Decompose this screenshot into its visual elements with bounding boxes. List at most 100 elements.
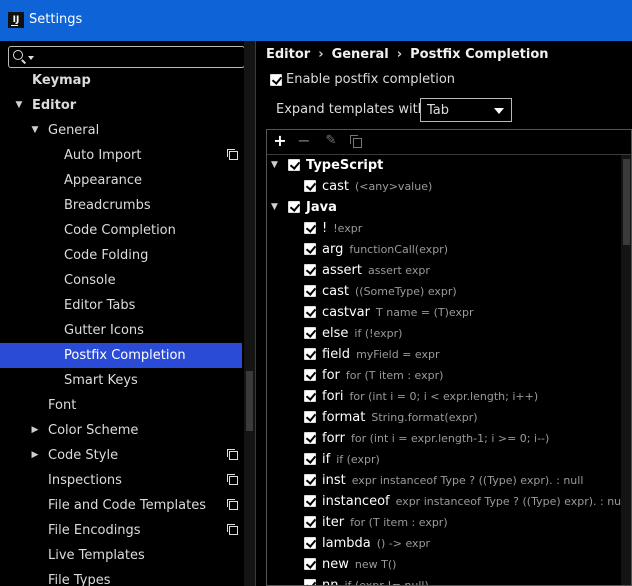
template-checkbox[interactable] (304, 495, 316, 507)
template-description: for (int i = expr.length-1; i >= 0; i--) (351, 432, 550, 445)
sidebar-item-general[interactable]: ▼ General (0, 118, 242, 143)
copy-template-button[interactable] (347, 132, 365, 150)
templates-scrollbar[interactable] (621, 155, 631, 585)
edit-template-button[interactable]: ✎ (322, 132, 340, 150)
sidebar-item-auto-import[interactable]: Auto Import (0, 143, 242, 168)
breadcrumb-general[interactable]: General (332, 47, 389, 62)
collapsed-arrow-icon[interactable]: ▶ (30, 443, 40, 468)
template-row[interactable]: instanceof expr instanceof Type ? ((Type)… (267, 491, 621, 512)
sidebar-item-code-folding[interactable]: Code Folding (0, 243, 242, 268)
template-row[interactable]: ! !expr (267, 218, 621, 239)
template-key-label: ! (322, 221, 328, 236)
template-row[interactable]: else if (!expr) (267, 323, 621, 344)
template-key-label: for (322, 368, 340, 383)
template-row[interactable]: nn if (expr != null) (267, 575, 621, 585)
templates-toolbar: + − ✎ (267, 130, 631, 155)
template-description: ((SomeType) expr) (354, 285, 457, 298)
template-checkbox[interactable] (288, 159, 300, 171)
breadcrumb-postfix-completion: Postfix Completion (410, 47, 549, 62)
enable-postfix-row[interactable]: Enable postfix completion (270, 72, 455, 87)
expanded-arrow-icon[interactable]: ▼ (14, 93, 24, 118)
template-row[interactable]: fori for (int i = 0; i < expr.length; i++… (267, 386, 621, 407)
sidebar-scrollbar[interactable] (244, 41, 255, 586)
sidebar-item-label: Code Completion (64, 223, 176, 238)
template-checkbox[interactable] (304, 474, 316, 486)
search-field[interactable] (8, 46, 245, 68)
template-checkbox[interactable] (304, 432, 316, 444)
expanded-arrow-icon[interactable]: ▼ (30, 118, 40, 143)
template-checkbox[interactable] (304, 327, 316, 339)
breadcrumb-separator: › (396, 47, 403, 62)
template-checkbox[interactable] (304, 411, 316, 423)
template-checkbox[interactable] (304, 285, 316, 297)
sidebar-item-inspections[interactable]: Inspections (0, 468, 242, 493)
template-row[interactable]: cast (<any>value) (267, 176, 621, 197)
template-checkbox[interactable] (304, 453, 316, 465)
template-description: new T() (354, 558, 397, 571)
template-row[interactable]: castvar T name = (T)expr (267, 302, 621, 323)
sidebar-item-editor[interactable]: ▼ Editor (0, 93, 242, 118)
template-checkbox[interactable] (304, 222, 316, 234)
template-checkbox[interactable] (304, 180, 316, 192)
template-row[interactable]: new new T() (267, 554, 621, 575)
sidebar-item-breadcrumbs[interactable]: Breadcrumbs (0, 193, 242, 218)
template-row[interactable]: lambda () -> expr (267, 533, 621, 554)
sidebar-item-live-templates[interactable]: Live Templates (0, 543, 242, 568)
template-row[interactable]: forr for (int i = expr.length-1; i >= 0; … (267, 428, 621, 449)
template-checkbox[interactable] (304, 348, 316, 360)
template-checkbox[interactable] (288, 201, 300, 213)
search-history-caret-icon[interactable] (28, 56, 34, 60)
enable-postfix-checkbox[interactable] (270, 73, 282, 86)
breadcrumb-editor[interactable]: Editor (266, 47, 310, 62)
template-checkbox[interactable] (304, 243, 316, 255)
sidebar-item-color-scheme[interactable]: ▶ Color Scheme (0, 418, 242, 443)
sidebar-item-code-completion[interactable]: Code Completion (0, 218, 242, 243)
template-key: field myField = expr (322, 344, 439, 365)
remove-template-button[interactable]: − (295, 132, 313, 150)
template-group-typescript[interactable]: ▼ TypeScript (267, 155, 621, 176)
template-row[interactable]: cast ((SomeType) expr) (267, 281, 621, 302)
template-row[interactable]: format String.format(expr) (267, 407, 621, 428)
template-key: for for (T item : expr) (322, 365, 443, 386)
template-key: else if (!expr) (322, 323, 402, 344)
sidebar-item-console[interactable]: Console (0, 268, 242, 293)
collapsed-arrow-icon[interactable]: ▶ (30, 418, 40, 443)
template-key: instanceof expr instanceof Type ? ((Type)… (322, 491, 621, 512)
template-checkbox[interactable] (304, 306, 316, 318)
enable-postfix-label[interactable]: Enable postfix completion (286, 72, 455, 87)
template-row[interactable]: if if (expr) (267, 449, 621, 470)
sidebar-item-smart-keys[interactable]: Smart Keys (0, 368, 242, 393)
template-row[interactable]: inst expr instanceof Type ? ((Type) expr)… (267, 470, 621, 491)
sidebar-item-font[interactable]: Font (0, 393, 242, 418)
template-checkbox[interactable] (304, 516, 316, 528)
template-checkbox[interactable] (304, 558, 316, 570)
template-checkbox[interactable] (304, 369, 316, 381)
templates-scrollbar-thumb[interactable] (623, 159, 630, 245)
sidebar-item-file-and-code-templates[interactable]: File and Code Templates (0, 493, 242, 518)
add-template-button[interactable]: + (271, 132, 289, 150)
sidebar-item-postfix-completion[interactable]: Postfix Completion (0, 343, 242, 368)
sidebar-item-code-style[interactable]: ▶ Code Style (0, 443, 242, 468)
template-row[interactable]: field myField = expr (267, 344, 621, 365)
sidebar-scrollbar-thumb[interactable] (246, 371, 253, 431)
sidebar-item-editor-tabs[interactable]: Editor Tabs (0, 293, 242, 318)
template-checkbox[interactable] (304, 264, 316, 276)
expanded-arrow-icon[interactable]: ▼ (271, 155, 278, 176)
sidebar-item-gutter-icons[interactable]: Gutter Icons (0, 318, 242, 343)
sidebar-item-file-types[interactable]: File Types (0, 568, 242, 586)
sidebar-item-file-encodings[interactable]: File Encodings (0, 518, 242, 543)
template-row[interactable]: assert assert expr (267, 260, 621, 281)
template-key-label: Java (306, 200, 337, 215)
sidebar-item-appearance[interactable]: Appearance (0, 168, 242, 193)
template-row[interactable]: iter for (T item : expr) (267, 512, 621, 533)
expand-key-dropdown[interactable]: Tab (420, 98, 512, 122)
template-row[interactable]: for for (T item : expr) (267, 365, 621, 386)
expanded-arrow-icon[interactable]: ▼ (271, 197, 278, 218)
search-input[interactable] (37, 48, 241, 68)
template-checkbox[interactable] (304, 537, 316, 549)
template-checkbox[interactable] (304, 579, 316, 585)
template-row[interactable]: arg functionCall(expr) (267, 239, 621, 260)
sidebar-item-keymap[interactable]: Keymap (0, 68, 242, 93)
template-checkbox[interactable] (304, 390, 316, 402)
template-group-java[interactable]: ▼ Java (267, 197, 621, 218)
